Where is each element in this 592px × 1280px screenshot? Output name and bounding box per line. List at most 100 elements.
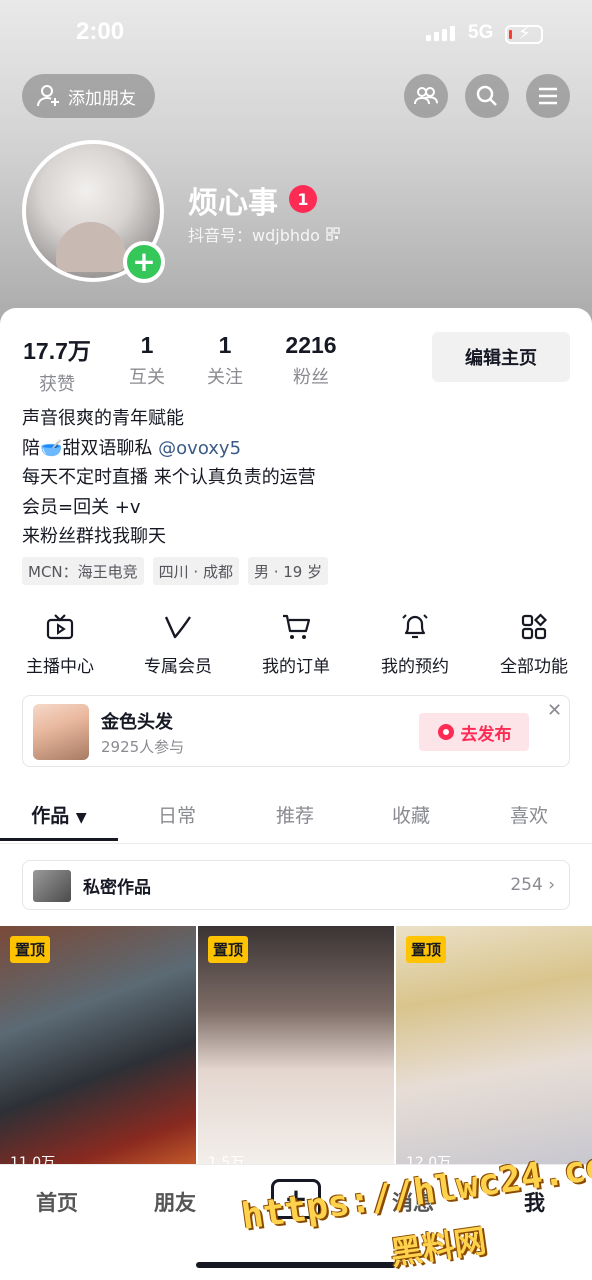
- bio: 声音很爽的青年赋能 陪🥣甜双语聊私 @ovoxy5 每天不定时直播 来个认真负责…: [22, 404, 316, 552]
- stat-label: 关注: [207, 367, 243, 388]
- func-all-features[interactable]: 全部功能: [474, 612, 592, 677]
- edit-profile-button[interactable]: 编辑主页: [432, 332, 570, 382]
- func-label: 我的预约: [381, 657, 449, 677]
- v-icon: [164, 616, 191, 639]
- func-streamer-center[interactable]: 主播中心: [0, 612, 120, 677]
- cart-icon: [283, 614, 311, 639]
- bio-text: 甜双语聊私: [62, 437, 153, 459]
- avatar-face: [56, 222, 126, 272]
- bowl-emoji-icon: 🥣: [40, 437, 63, 459]
- post-button[interactable]: 去发布: [419, 713, 529, 751]
- bio-line: 陪🥣甜双语聊私 @ovoxy5: [22, 434, 316, 464]
- douyin-id[interactable]: 抖音号：wdjbhdo: [188, 222, 340, 246]
- challenge-participants: 2925人参与: [101, 738, 185, 756]
- search-button[interactable]: [465, 74, 509, 118]
- challenge-thumbnail: [33, 704, 89, 760]
- func-label: 全部功能: [500, 657, 568, 677]
- people-icon: [414, 87, 438, 105]
- menu-button[interactable]: [526, 74, 570, 118]
- lock-icon: [33, 870, 71, 902]
- qr-code-icon: [326, 227, 340, 241]
- tab-label: 作品: [31, 805, 70, 827]
- bio-line: 会员=回关 +v: [22, 496, 141, 518]
- func-label: 我的订单: [262, 657, 330, 677]
- count-value: 254: [510, 875, 543, 895]
- add-friend-label: 添加朋友: [68, 88, 136, 109]
- challenge-card[interactable]: 金色头发 2925人参与 去发布 ✕: [22, 695, 570, 767]
- caret-down-icon: ▼: [75, 810, 87, 826]
- tab-recommend[interactable]: 推荐: [236, 792, 354, 840]
- mention-link[interactable]: @ovoxy5: [158, 438, 241, 459]
- func-label: 专属会员: [144, 657, 212, 677]
- post-button-label: 去发布: [460, 724, 512, 745]
- profile-tags: MCN：海王电竞 四川 · 成都 男 · 19 岁: [22, 557, 329, 585]
- network-type: 5G: [468, 22, 494, 43]
- stat-value: 17.7万: [23, 338, 91, 364]
- stat-label: 获赞: [39, 374, 75, 395]
- private-works-row[interactable]: 私密作品 254 ›: [22, 860, 570, 910]
- friends-group-button[interactable]: [404, 74, 448, 118]
- nav-home[interactable]: 首页: [36, 1187, 78, 1217]
- status-time: 2:00: [76, 18, 125, 45]
- chevron-right-icon: ›: [548, 875, 555, 895]
- tab-daily[interactable]: 日常: [118, 792, 236, 840]
- add-user-icon: [37, 85, 59, 107]
- private-works-count: 254 ›: [510, 875, 555, 895]
- stat-value: 1: [140, 332, 154, 358]
- stat-followers[interactable]: 2216 粉丝: [276, 332, 346, 396]
- tab-likes[interactable]: 喜欢: [470, 792, 588, 840]
- stat-value: 1: [218, 332, 232, 358]
- tv-icon: [46, 614, 74, 640]
- content-tabs: 作品 ▼ 日常 推荐 收藏 喜欢: [0, 792, 592, 844]
- stat-following[interactable]: 1 关注: [192, 332, 258, 396]
- stat-likes[interactable]: 17.7万获赞: [22, 332, 92, 396]
- add-friend-button[interactable]: 添加朋友: [22, 74, 155, 118]
- search-icon: [476, 85, 497, 106]
- nav-friends[interactable]: 朋友: [154, 1187, 196, 1217]
- nickname: 烦心事: [188, 186, 278, 221]
- douyin-id-text: 抖音号：wdjbhdo: [188, 226, 320, 245]
- private-works-label: 私密作品: [83, 877, 151, 898]
- stats-row: 17.7万获赞 1 互关 1 关注 2216 粉丝: [22, 332, 346, 396]
- battery-icon: ⚡: [505, 23, 543, 44]
- pinned-badge: 置顶: [406, 936, 447, 963]
- add-story-button[interactable]: +: [123, 241, 165, 283]
- bio-line: 声音很爽的青年赋能: [22, 408, 184, 429]
- video-thumbnail[interactable]: 置顶 1.5万: [198, 926, 394, 1166]
- func-orders[interactable]: 我的订单: [236, 612, 356, 677]
- watermark: https://hlwc24.com 黑料网: [239, 1143, 592, 1280]
- tag-mcn[interactable]: MCN：海王电竞: [22, 557, 144, 585]
- plus-icon: +: [132, 245, 156, 278]
- function-shortcuts: 主播中心 专属会员 我的订单 我的预约 全部功能: [0, 612, 592, 682]
- bio-line: 来粉丝群找我聊天: [22, 526, 166, 547]
- bio-line: 每天不定时直播 来个认真负责的运营: [22, 467, 316, 488]
- camera-icon: [437, 724, 454, 740]
- tag-gender-age[interactable]: 男 · 19 岁: [247, 557, 329, 585]
- signal-icon: [426, 26, 455, 41]
- tag-location[interactable]: 四川 · 成都: [152, 557, 239, 585]
- tab-favorites[interactable]: 收藏: [352, 792, 470, 840]
- stat-mutual[interactable]: 1 互关: [114, 332, 180, 396]
- bell-icon: [402, 614, 428, 639]
- pinned-badge: 置顶: [10, 936, 51, 963]
- func-reservations[interactable]: 我的预约: [355, 612, 475, 677]
- close-icon[interactable]: ✕: [547, 700, 562, 721]
- status-bar: 2:00 5G ⚡: [0, 0, 592, 60]
- tab-works[interactable]: 作品 ▼: [0, 792, 118, 842]
- grid-icon: [521, 613, 548, 640]
- menu-icon: [539, 87, 557, 105]
- watermark-name: 黑料网: [388, 1221, 489, 1273]
- stat-label: 粉丝: [293, 367, 329, 388]
- stat-value: 2216: [285, 332, 337, 358]
- bio-text: 陪: [22, 437, 40, 459]
- video-grid: 置顶 11.0万 置顶 1.5万 置顶 12.0万: [0, 926, 592, 1166]
- notification-badge[interactable]: 1: [289, 185, 317, 213]
- stat-label: 互关: [129, 367, 165, 388]
- challenge-title: 金色头发: [101, 712, 173, 733]
- func-membership[interactable]: 专属会员: [118, 612, 238, 677]
- pinned-badge: 置顶: [208, 936, 249, 963]
- video-thumbnail[interactable]: 置顶 12.0万: [396, 926, 592, 1166]
- active-tab-indicator: [0, 838, 118, 841]
- func-label: 主播中心: [26, 657, 94, 677]
- video-thumbnail[interactable]: 置顶 11.0万: [0, 926, 196, 1166]
